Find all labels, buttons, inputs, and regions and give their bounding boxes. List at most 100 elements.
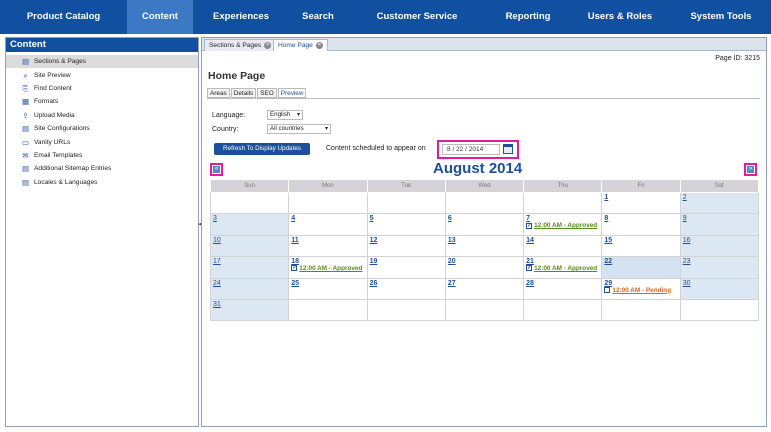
day-number-link[interactable]: 15	[604, 237, 612, 244]
day-number-link[interactable]: 17	[213, 258, 221, 265]
day-number-link[interactable]: 8	[604, 215, 608, 222]
day-number-link[interactable]: 26	[370, 280, 378, 287]
weekday-header: Tue	[366, 179, 446, 193]
calendar-day-cell: 6	[444, 213, 525, 236]
calendar-day-cell: 22	[601, 256, 681, 279]
sidebar-item-locales-languages[interactable]: ▤ Locales & Languages	[6, 176, 198, 189]
arrow-right-icon: »	[747, 166, 754, 173]
language-select[interactable]: English ▾	[267, 110, 303, 120]
sidebar-item-formats[interactable]: ▦ Formats	[6, 95, 198, 108]
calendar-day-cell: 7 ✓ 12:00 AM - Approved	[523, 213, 603, 236]
nav-users-roles[interactable]: Users & Roles	[569, 0, 671, 34]
day-number-link[interactable]: 3	[213, 215, 217, 222]
day-number-link[interactable]: 10	[213, 237, 221, 244]
day-number-link[interactable]: 29	[604, 280, 612, 287]
calendar-day-cell: 26	[366, 277, 446, 300]
day-number-link[interactable]: 31	[213, 301, 221, 308]
schedule-date-highlight: 8 / 22 / 2014	[437, 140, 519, 159]
scheduled-event-link[interactable]: 12:00 AM - Pending	[604, 287, 677, 294]
day-number-link[interactable]: 7	[526, 215, 530, 222]
calendar-empty-cell	[601, 298, 681, 322]
day-number-link[interactable]: 4	[291, 215, 295, 222]
day-number-link[interactable]: 25	[291, 280, 299, 287]
weekday-header: Sat	[679, 179, 760, 193]
event-label: 12:00 AM - Approved	[534, 222, 598, 230]
day-number-link[interactable]: 20	[448, 258, 456, 265]
day-number-link[interactable]: 30	[683, 280, 691, 287]
sidebar-item-site-preview[interactable]: ⌕ Site Preview	[6, 68, 198, 81]
day-number-link[interactable]: 2	[683, 194, 687, 201]
calendar-day-cell: 20	[444, 256, 525, 279]
day-number-link[interactable]: 5	[370, 215, 374, 222]
country-label: Country:	[212, 126, 239, 133]
calendar-day-cell: 29 12:00 AM - Pending	[601, 277, 681, 300]
sidebar-item-find-content[interactable]: ⎘ Find Content	[6, 82, 198, 95]
day-number-link[interactable]: 24	[213, 280, 221, 287]
day-number-link[interactable]: 13	[448, 237, 456, 244]
sidebar-item-vanity-urls[interactable]: ▭ Vanity URLs	[6, 135, 198, 148]
day-number-link[interactable]: 1	[604, 194, 608, 201]
day-number-link[interactable]: 16	[683, 237, 691, 244]
link-icon: ▭	[21, 137, 30, 147]
refresh-button[interactable]: Refresh To Display Updates	[214, 143, 310, 155]
subtab-details[interactable]: Details	[230, 88, 257, 98]
calendar-empty-cell	[288, 298, 368, 322]
subtab-preview[interactable]: Preview	[277, 88, 307, 98]
event-label: 12:00 AM - Approved	[534, 265, 598, 273]
scheduled-event-link[interactable]: ✓ 12:00 AM - Approved	[526, 222, 599, 229]
sidebar-item-upload-media[interactable]: ⇪ Upload Media	[6, 109, 198, 122]
calendar-day-cell: 11	[288, 234, 368, 258]
sidebar-item-sections-pages[interactable]: ▤ Sections & Pages	[6, 55, 198, 69]
day-number-link[interactable]: 18	[291, 258, 299, 265]
day-number-link[interactable]: 23	[683, 258, 691, 265]
arrow-left-icon: «	[213, 166, 220, 173]
calendar-day-cell: 28	[523, 277, 603, 300]
day-number-link[interactable]: 19	[370, 258, 378, 265]
calendar-day-cell: 25	[288, 277, 368, 300]
nav-customer-service[interactable]: Customer Service	[347, 0, 487, 34]
day-number-link[interactable]: 21	[526, 258, 534, 265]
close-icon[interactable]: ✕	[315, 41, 323, 49]
nav-search[interactable]: Search	[289, 0, 347, 34]
calendar-day-cell: 24	[209, 277, 290, 300]
day-number-link[interactable]: 14	[526, 237, 534, 244]
day-number-link[interactable]: 9	[683, 215, 687, 222]
nav-content[interactable]: Content	[127, 0, 193, 34]
nav-reporting[interactable]: Reporting	[487, 0, 569, 34]
language-label: Language:	[212, 112, 246, 119]
schedule-date-input[interactable]: 8 / 22 / 2014	[442, 144, 500, 155]
close-icon[interactable]: ✕	[264, 41, 272, 49]
calendar-day-cell: 5	[366, 213, 446, 236]
day-number-link[interactable]: 6	[448, 215, 452, 222]
day-number-link[interactable]: 27	[448, 280, 456, 287]
sidebar-item-site-configurations[interactable]: ▤ Site Configurations	[6, 122, 198, 135]
nav-system-tools[interactable]: System Tools	[671, 0, 771, 34]
tab-sections-pages[interactable]: Sections & Pages ✕	[204, 39, 277, 51]
tab-home-page[interactable]: Home Page ✕	[273, 39, 328, 51]
calendar-day-cell: 30	[679, 277, 760, 300]
prev-month-button[interactable]: «	[210, 163, 223, 176]
scheduled-event-link[interactable]: ✓ 12:00 AM - Approved	[526, 265, 599, 272]
calendar-icon[interactable]	[503, 144, 513, 154]
subtab-areas[interactable]: Areas	[207, 88, 230, 98]
day-number-link[interactable]: 22	[604, 258, 612, 265]
calendar-day-cell: 17	[209, 256, 290, 279]
day-number-link[interactable]: 11	[291, 237, 298, 244]
subtab-seo[interactable]: SEO	[257, 88, 277, 98]
country-select[interactable]: All countries ▾	[267, 124, 331, 134]
nav-experiences[interactable]: Experiences	[193, 0, 289, 34]
calendar-day-cell: 23	[679, 256, 760, 279]
weekday-header: Thu	[523, 179, 603, 193]
nav-product-catalog[interactable]: Product Catalog	[0, 0, 127, 34]
language-value: English	[270, 111, 291, 118]
editor-panel: Sections & Pages ✕ Home Page ✕ Page ID: 32…	[201, 37, 767, 427]
sidebar-item-email-templates[interactable]: ✉ Email Templates	[6, 149, 198, 162]
next-month-button[interactable]: »	[744, 163, 757, 176]
weekday-header: Mon	[288, 179, 368, 193]
scheduled-event-link[interactable]: ✓ 12:00 AM - Approved	[291, 265, 364, 272]
day-number-link[interactable]: 12	[370, 237, 378, 244]
day-number-link[interactable]: 28	[526, 280, 534, 287]
weekday-header: Sun	[209, 179, 290, 193]
sidebar-item-sitemap-entries[interactable]: ▤ Additional Sitemap Entries	[6, 162, 198, 175]
tab-bar: Sections & Pages ✕ Home Page ✕	[202, 38, 766, 51]
